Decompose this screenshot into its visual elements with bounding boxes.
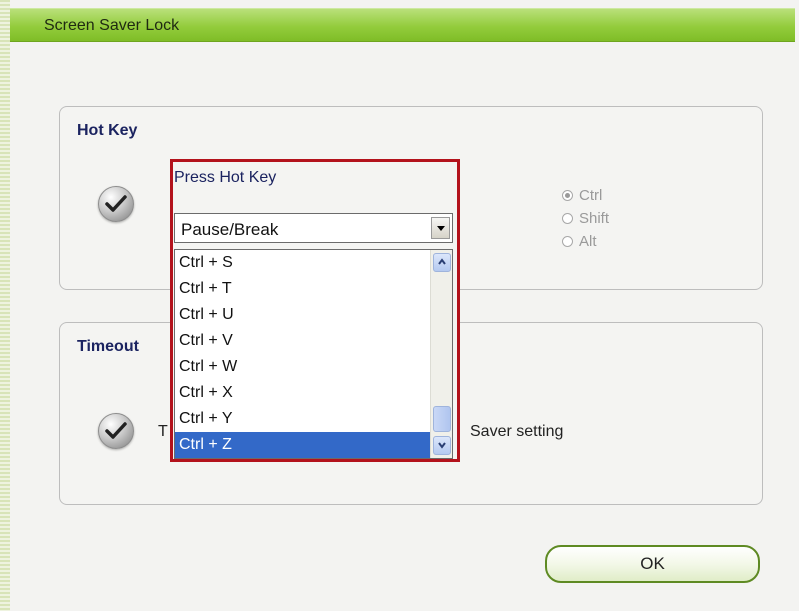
- scroll-down-button[interactable]: [433, 436, 451, 455]
- radio-ctrl[interactable]: Ctrl: [562, 184, 609, 207]
- timeout-group-title: Timeout: [77, 338, 139, 355]
- hotkey-group-title: Hot Key: [77, 122, 138, 139]
- modifier-radio-group: Ctrl Shift Alt: [562, 184, 609, 253]
- timeout-text-suffix: Saver setting: [470, 423, 564, 440]
- screen-saver-lock-dialog: Screen Saver Lock Hot Key Ctrl Shift Alt…: [0, 0, 799, 611]
- scrollbar-thumb[interactable]: [433, 406, 451, 432]
- radio-alt-dot: [562, 236, 573, 247]
- window-title: Screen Saver Lock: [44, 17, 180, 34]
- timeout-text-prefix: T: [158, 423, 168, 440]
- radio-ctrl-dot: [562, 190, 573, 201]
- hotkey-combobox-value: Pause/Break: [181, 220, 279, 239]
- timeout-enable-checkmark-icon[interactable]: [98, 413, 134, 449]
- list-item[interactable]: Ctrl + W: [175, 354, 430, 380]
- list-item[interactable]: Ctrl + S: [175, 250, 430, 276]
- list-item[interactable]: Ctrl + T: [175, 276, 430, 302]
- radio-shift-label: Shift: [579, 210, 610, 227]
- hotkey-dropdown-list[interactable]: Ctrl + S Ctrl + T Ctrl + U Ctrl + V Ctrl…: [174, 249, 453, 459]
- hotkey-enable-checkmark-icon[interactable]: [98, 186, 134, 222]
- press-hot-key-label: Press Hot Key: [174, 169, 277, 186]
- left-edge-decoration: [0, 0, 10, 611]
- radio-alt-label: Alt: [579, 233, 597, 250]
- list-item-selected[interactable]: Ctrl + Z: [175, 432, 430, 458]
- dropdown-scrollbar[interactable]: [430, 250, 452, 458]
- hotkey-combobox[interactable]: Pause/Break: [174, 213, 453, 243]
- list-item[interactable]: Ctrl + V: [175, 328, 430, 354]
- radio-shift[interactable]: Shift: [562, 207, 609, 230]
- title-bar: Screen Saver Lock: [10, 8, 795, 42]
- list-item[interactable]: Ctrl + Y: [175, 406, 430, 432]
- radio-shift-dot: [562, 213, 573, 224]
- chevron-down-icon: [438, 442, 446, 449]
- list-item[interactable]: Ctrl + X: [175, 380, 430, 406]
- list-item[interactable]: Ctrl + U: [175, 302, 430, 328]
- hotkey-list-items: Ctrl + S Ctrl + T Ctrl + U Ctrl + V Ctrl…: [175, 250, 430, 458]
- dropdown-arrow-icon[interactable]: [431, 217, 450, 239]
- chevron-up-icon: [438, 258, 446, 265]
- scroll-up-button[interactable]: [433, 253, 451, 272]
- radio-alt[interactable]: Alt: [562, 230, 609, 253]
- radio-ctrl-label: Ctrl: [579, 187, 603, 204]
- ok-button[interactable]: OK: [545, 545, 760, 583]
